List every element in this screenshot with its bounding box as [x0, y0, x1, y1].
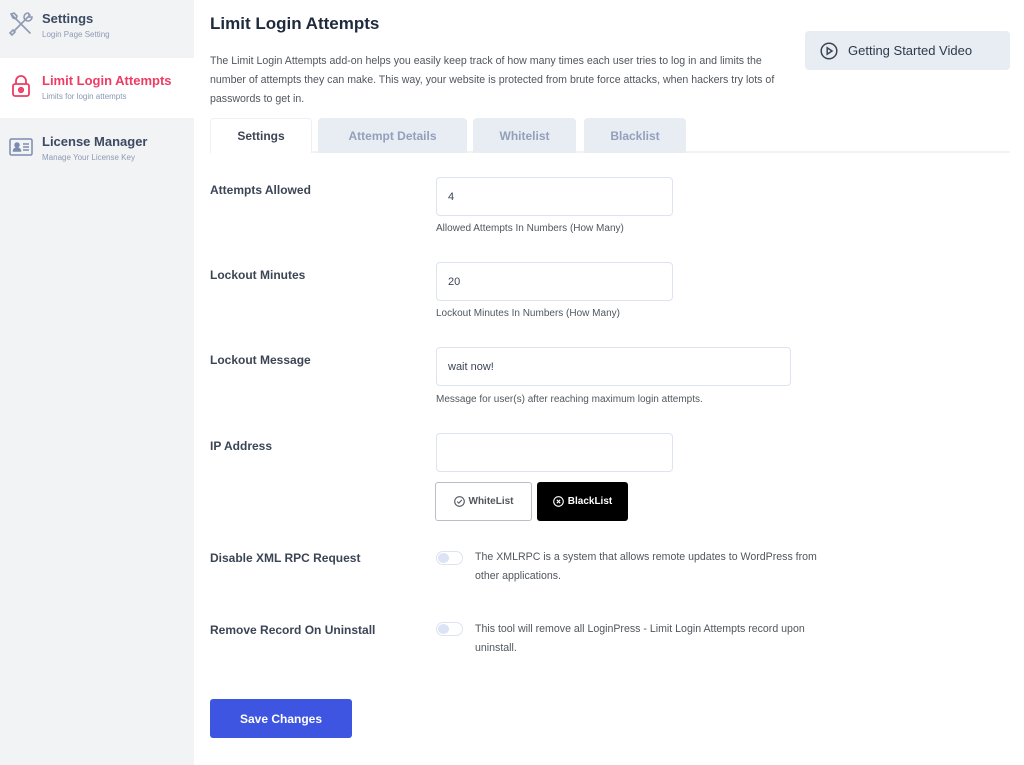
tab-whitelist[interactable]: Whitelist: [473, 118, 576, 153]
whitelist-button[interactable]: WhiteList: [435, 482, 532, 521]
blacklist-button-label: BlackList: [567, 496, 613, 507]
check-circle-icon: [453, 496, 465, 507]
disable-xmlrpc-description: The XMLRPC is a system that allows remot…: [475, 551, 817, 582]
play-circle-icon: [820, 41, 838, 60]
x-circle-icon: [552, 496, 564, 507]
lockout-message-input[interactable]: wait now!: [436, 347, 791, 386]
sidebar-item-title: License Manager: [42, 134, 148, 149]
attempts-allowed-hint: Allowed Attempts In Numbers (How Many): [436, 223, 624, 234]
sidebar-item-subtitle: Manage Your License Key: [42, 153, 135, 162]
toggle-knob: [438, 553, 449, 563]
sidebar: Settings Login Page Setting Limit Login …: [0, 0, 194, 765]
attempts-allowed-input[interactable]: 4: [436, 177, 673, 216]
sidebar-item-subtitle: Limits for login attempts: [42, 92, 127, 101]
tab-blacklist[interactable]: Blacklist: [584, 118, 686, 153]
toggle-knob: [438, 624, 449, 634]
remove-record-description: This tool will remove all LoginPress - L…: [475, 623, 805, 654]
lock-icon: [8, 73, 34, 99]
ip-address-label: IP Address: [210, 439, 273, 453]
sidebar-item-subtitle: Login Page Setting: [42, 30, 110, 39]
whitelist-button-label: WhiteList: [468, 496, 514, 507]
disable-xmlrpc-toggle[interactable]: [436, 551, 463, 565]
video-button-label: Getting Started Video: [848, 43, 973, 58]
save-changes-button[interactable]: Save Changes: [210, 699, 352, 738]
lockout-minutes-label: Lockout Minutes: [210, 268, 306, 282]
lockout-message-hint: Message for user(s) after reaching maxim…: [436, 394, 703, 405]
blacklist-button[interactable]: BlackList: [537, 482, 628, 521]
tab-settings[interactable]: Settings: [210, 118, 312, 153]
sidebar-item-settings[interactable]: Settings Login Page Setting: [0, 0, 194, 58]
sidebar-item-license-manager[interactable]: License Manager Manage Your License Key: [0, 118, 194, 176]
lockout-minutes-input[interactable]: 20: [436, 262, 673, 301]
id-card-icon: [8, 134, 34, 160]
disable-xmlrpc-label: Disable XML RPC Request: [210, 551, 361, 565]
tab-attempt-details[interactable]: Attempt Details: [318, 118, 467, 153]
sidebar-item-limit-login-attempts[interactable]: Limit Login Attempts Limits for login at…: [0, 58, 194, 118]
lockout-message-label: Lockout Message: [210, 353, 311, 367]
attempts-allowed-label: Attempts Allowed: [210, 183, 311, 197]
sidebar-item-title: Settings: [42, 11, 94, 26]
page-title: Limit Login Attempts: [210, 14, 380, 33]
page-description: The Limit Login Attempts add-on helps yo…: [210, 55, 775, 105]
remove-record-label: Remove Record On Uninstall: [210, 623, 376, 637]
ip-address-input[interactable]: [436, 433, 673, 472]
tools-icon: [8, 11, 34, 37]
sidebar-item-title: Limit Login Attempts: [42, 73, 172, 88]
lockout-minutes-hint: Lockout Minutes In Numbers (How Many): [436, 308, 620, 319]
tab-bar: Settings Attempt Details Whitelist Black…: [210, 118, 1010, 153]
getting-started-video-button[interactable]: Getting Started Video: [805, 31, 1010, 70]
remove-record-toggle[interactable]: [436, 622, 463, 636]
